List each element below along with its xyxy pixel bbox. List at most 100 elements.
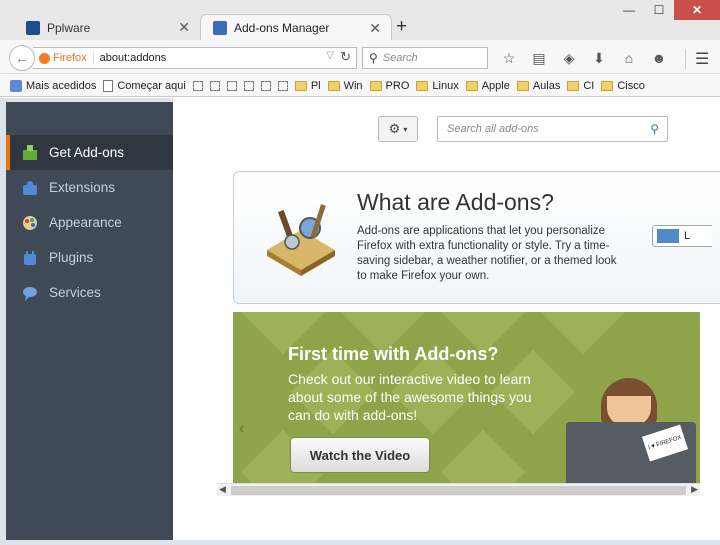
bookmark-blank[interactable] (243, 80, 254, 91)
pplware-icon (26, 20, 40, 35)
bookmark-label: Começar aqui (117, 79, 186, 92)
firefox-icon (39, 52, 50, 64)
bookmark-item[interactable]: CI (567, 80, 594, 92)
bookmark-item[interactable]: Mais acedidos (10, 79, 97, 92)
url-text[interactable]: about:addons (100, 52, 167, 64)
folder-icon (327, 80, 340, 91)
first-time-promo: ‹ First time with Add-ons? Check out our… (233, 312, 700, 483)
folder-icon (416, 80, 429, 91)
sidebar-item-label: Extensions (49, 180, 116, 195)
scrollbar-thumb[interactable] (231, 486, 686, 495)
pocket-icon[interactable]: ◈ (554, 47, 584, 69)
page-icon (277, 80, 288, 91)
folder-icon (567, 80, 580, 91)
tab-addons-manager[interactable]: Add-ons Manager ✕ (200, 14, 392, 41)
window-controls: — ☐ ✕ (614, 0, 720, 20)
bookmark-item[interactable]: Apple (465, 80, 510, 92)
get-addons-icon (20, 144, 40, 162)
bookmark-star-icon[interactable]: ☆ (494, 47, 524, 69)
page-icon (226, 80, 237, 91)
gear-icon: ⚙ (388, 121, 401, 136)
search-icon: ⚲ (369, 51, 378, 65)
addons-search-input[interactable]: Search all add-ons ⚲ (437, 116, 668, 142)
most-visited-icon (10, 79, 22, 92)
bookmark-item[interactable]: Win (327, 79, 363, 92)
what-are-addons-title: What are Add-ons? (357, 189, 554, 215)
bookmark-blank[interactable] (260, 80, 271, 91)
back-arrow-icon: ← (15, 50, 29, 66)
bookmark-label: Linux (432, 79, 459, 92)
close-window-button[interactable]: ✕ (674, 0, 720, 20)
hello-icon[interactable]: ☻ (644, 47, 674, 69)
downloads-icon[interactable]: ⬇ (584, 47, 614, 69)
bookmark-label: Pl (310, 79, 321, 92)
services-icon (20, 284, 40, 302)
page-icon (103, 79, 114, 92)
sidebar-item-label: Get Add-ons (49, 145, 125, 160)
bookmark-label: Cisco (617, 79, 645, 92)
sidebar-item-extensions[interactable]: Extensions (6, 170, 173, 205)
hamburger-menu-icon[interactable]: ☰ (685, 49, 709, 69)
tools-button[interactable]: ⚙ ▾ (378, 116, 418, 142)
bookmark-blank[interactable] (209, 80, 220, 91)
identity-label[interactable]: Firefox (53, 52, 94, 64)
folder-icon (369, 80, 382, 91)
extensions-icon (20, 179, 40, 197)
bookmark-item[interactable]: Pl (294, 79, 321, 92)
tab-title: Add-ons Manager (234, 21, 330, 35)
scroll-right-icon[interactable]: ▶ (691, 484, 698, 495)
bookmark-item[interactable]: Linux (416, 79, 459, 92)
page-icon (209, 80, 220, 91)
bookmark-label: Mais acedidos (26, 79, 97, 92)
close-icon[interactable]: ✕ (369, 20, 381, 37)
categories-sidebar: Get Add-ons Extensions Appearance Plugin… (6, 102, 173, 540)
what-are-addons-body: Add-ons are applications that let you pe… (357, 225, 617, 282)
sidebar-item-plugins[interactable]: Plugins (6, 240, 173, 275)
bookmark-blank[interactable] (226, 80, 237, 91)
search-placeholder: Search (382, 52, 418, 64)
watch-video-button[interactable]: Watch the Video (290, 437, 430, 473)
tab-title: Pplware (47, 20, 91, 35)
toolbar-icons: ☆ ▤ ◈ ⬇ ⌂ ☻ (494, 47, 674, 69)
search-icon[interactable]: ⚲ (650, 122, 659, 136)
sidebar-item-appearance[interactable]: Appearance (6, 205, 173, 240)
sidebar-item-get-addons[interactable]: Get Add-ons (6, 135, 173, 170)
bookmark-item[interactable]: Começar aqui (103, 79, 186, 92)
sidebar-item-label: Services (49, 285, 101, 300)
folder-icon (465, 80, 478, 91)
maximize-button[interactable]: ☐ (644, 0, 674, 20)
reload-icon[interactable]: ↻ (340, 49, 351, 65)
folder-icon (516, 80, 529, 91)
sidebar-item-label: Plugins (49, 250, 94, 265)
tab-pplware[interactable]: Pplware ✕ (14, 14, 200, 41)
what-are-addons-box: What are Add-ons? Add-ons are applicatio… (233, 171, 720, 304)
back-button[interactable]: ← (9, 45, 35, 71)
bookmark-item[interactable]: Aulas (516, 80, 560, 92)
bookmark-item[interactable]: Cisco (601, 80, 645, 92)
addons-search-placeholder: Search all add-ons (447, 123, 539, 135)
dropdown-arrow-icon[interactable]: ▽ (326, 50, 334, 61)
horizontal-scrollbar[interactable]: ◀ ▶ (217, 483, 700, 496)
url-bar[interactable]: Firefox about:addons ▽ ↻ (33, 47, 357, 69)
home-icon[interactable]: ⌂ (614, 47, 644, 69)
scroll-left-icon[interactable]: ◀ (219, 484, 226, 495)
bookmarks-toolbar: Mais acedidos Começar aqui Pl Win PRO Linux Ap… (0, 75, 720, 97)
chevron-left-icon[interactable]: ‹ (239, 420, 244, 438)
bookmark-label: Win (343, 79, 363, 92)
bookmark-blank[interactable] (192, 80, 203, 91)
search-bar[interactable]: ⚲ Search (362, 47, 488, 69)
new-tab-button[interactable]: + (396, 16, 407, 38)
bookmark-blank[interactable] (277, 80, 288, 91)
bookmark-item[interactable]: PRO (369, 79, 410, 92)
sidebar-item-services[interactable]: Services (6, 275, 173, 310)
folder-icon (294, 80, 307, 91)
close-icon[interactable]: ✕ (178, 19, 190, 36)
learn-more-button[interactable]: L (652, 225, 712, 247)
promo-title: First time with Add-ons? (288, 344, 499, 364)
minimize-button[interactable]: — (614, 0, 644, 20)
bookmarks-menu-icon[interactable]: ▤ (524, 47, 554, 69)
folder-icon (601, 80, 614, 91)
page-icon (192, 80, 203, 91)
bookmark-label: PRO (385, 79, 410, 92)
sidebar-item-label: Appearance (49, 215, 122, 230)
